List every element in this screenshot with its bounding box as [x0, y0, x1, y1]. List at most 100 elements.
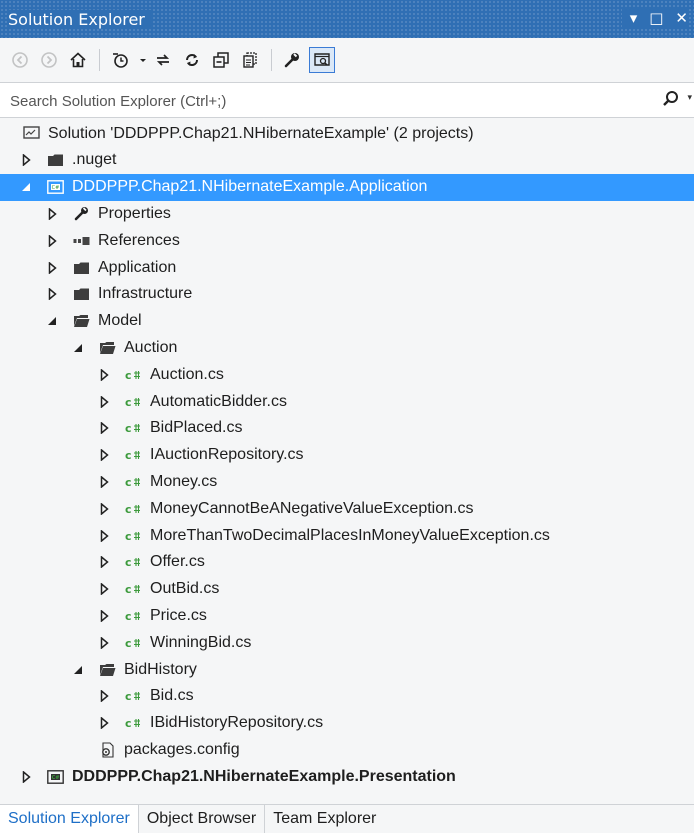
tree-item-label: Auction.cs — [150, 365, 224, 383]
csharp-file-icon: c — [124, 420, 142, 436]
collapsed-arrow-icon[interactable] — [46, 207, 58, 221]
collapsed-arrow-icon[interactable] — [98, 448, 110, 462]
tree-item-file[interactable]: c Money.cs — [0, 468, 694, 495]
tree-item-presentation-project[interactable]: C# DDDPPP.Chap21.NHibernateExample.Presen… — [0, 763, 694, 790]
tree-item-bidhistory-folder[interactable]: BidHistory — [0, 656, 694, 683]
tree-item-solution[interactable]: Solution 'DDDPPP.Chap21.NHibernateExampl… — [0, 120, 694, 147]
tree-item-properties[interactable]: Properties — [0, 200, 694, 227]
tree-item-application-project[interactable]: C# DDDPPP.Chap21.NHibernateExample.Applic… — [0, 173, 694, 201]
tree-item-auction-folder[interactable]: Auction — [0, 334, 694, 361]
tree-item-label: OutBid.cs — [150, 580, 220, 598]
collapsed-arrow-icon[interactable] — [98, 502, 110, 516]
tab-team-explorer[interactable]: Team Explorer — [265, 805, 384, 833]
tree-item-label: .nuget — [72, 151, 117, 169]
csharp-file-icon: c — [124, 447, 142, 463]
search-icon[interactable] — [662, 90, 680, 112]
tree-item-file[interactable]: c IAuctionRepository.cs — [0, 442, 694, 469]
csharp-file-icon: c — [124, 528, 142, 544]
dropdown-menu-icon[interactable]: ▾ — [630, 9, 638, 27]
tree-item-label: BidHistory — [124, 660, 197, 678]
refresh-icon[interactable] — [180, 48, 204, 72]
svg-text:c: c — [125, 530, 132, 542]
search-input[interactable] — [0, 83, 652, 119]
tree-item-file[interactable]: c Bid.cs — [0, 683, 694, 710]
tree-item-label: IBidHistoryRepository.cs — [150, 714, 324, 732]
tree-item-model[interactable]: Model — [0, 308, 694, 335]
title-bar: Solution Explorer ▾ □ ✕ — [0, 0, 694, 38]
maximize-icon[interactable]: □ — [649, 9, 663, 27]
tree-item-label: MoreThanTwoDecimalPlacesInMoneyValueExce… — [150, 526, 550, 544]
panel-title: Solution Explorer — [8, 10, 151, 29]
collapsed-arrow-icon[interactable] — [98, 636, 110, 650]
svg-text:c: c — [125, 610, 132, 622]
wrench-icon — [72, 206, 90, 222]
close-icon[interactable]: ✕ — [675, 9, 688, 27]
tree-item-label: Infrastructure — [98, 285, 193, 303]
search-options-arrow-icon[interactable]: ▾ — [687, 93, 692, 103]
home-icon[interactable] — [66, 48, 90, 72]
collapsed-arrow-icon[interactable] — [46, 287, 58, 301]
csharp-file-icon: c — [124, 608, 142, 624]
show-all-files-icon[interactable] — [238, 48, 262, 72]
properties-icon[interactable] — [280, 48, 304, 72]
collapsed-arrow-icon[interactable] — [98, 368, 110, 382]
csharp-file-icon: c — [124, 715, 142, 731]
expanded-arrow-icon[interactable] — [20, 180, 32, 194]
collapsed-arrow-icon[interactable] — [98, 421, 110, 435]
references-icon — [72, 233, 90, 249]
sync-with-active-document-icon[interactable] — [151, 48, 175, 72]
tree-item-file[interactable]: c BidPlaced.cs — [0, 415, 694, 442]
svg-text:c: c — [125, 717, 132, 729]
collapsed-arrow-icon[interactable] — [20, 770, 32, 784]
tree-item-file[interactable]: c IBidHistoryRepository.cs — [0, 710, 694, 737]
back-icon[interactable] — [8, 48, 32, 72]
collapse-all-icon[interactable] — [209, 48, 233, 72]
svg-text:c: c — [125, 449, 132, 461]
expanded-arrow-icon[interactable] — [72, 663, 84, 677]
tree-item-label: DDDPPP.Chap21.NHibernateExample.Presenta… — [72, 767, 456, 785]
tree-item-label: AutomaticBidder.cs — [150, 392, 287, 410]
bottom-tabs: Solution Explorer Object Browser Team Ex… — [0, 804, 694, 833]
tree-item-file[interactable]: c MoneyCannotBeANegativeValueException.cs — [0, 495, 694, 522]
folder-icon — [72, 286, 90, 302]
collapsed-arrow-icon[interactable] — [98, 475, 110, 489]
tree-item-nuget[interactable]: .nuget — [0, 147, 694, 174]
tree-item-file[interactable]: c Auction.cs — [0, 361, 694, 388]
collapsed-arrow-icon[interactable] — [98, 716, 110, 730]
tree-item-file[interactable]: c Offer.cs — [0, 549, 694, 576]
tree-item-file[interactable]: c MoreThanTwoDecimalPlacesInMoneyValueExc… — [0, 522, 694, 549]
tree-item-label: Bid.cs — [150, 687, 194, 705]
csharp-file-icon: c — [124, 394, 142, 410]
folder-open-icon — [98, 340, 116, 356]
dropdown-arrow-icon[interactable] — [137, 48, 149, 72]
tree-item-file[interactable]: c WinningBid.cs — [0, 629, 694, 656]
tab-object-browser[interactable]: Object Browser — [139, 805, 266, 833]
tree-item-packages-config[interactable]: packages.config — [0, 736, 694, 763]
collapsed-arrow-icon[interactable] — [98, 582, 110, 596]
svg-text:c: c — [125, 690, 132, 702]
tab-solution-explorer[interactable]: Solution Explorer — [0, 805, 139, 833]
tree-item-references[interactable]: References — [0, 227, 694, 254]
expanded-arrow-icon[interactable] — [46, 314, 58, 328]
forward-icon[interactable] — [37, 48, 61, 72]
tree-item-application-folder[interactable]: Application — [0, 254, 694, 281]
tree-item-infrastructure[interactable]: Infrastructure — [0, 281, 694, 308]
tree-item-file[interactable]: c OutBid.cs — [0, 576, 694, 603]
collapsed-arrow-icon[interactable] — [20, 153, 32, 167]
expanded-arrow-icon[interactable] — [72, 341, 84, 355]
collapsed-arrow-icon[interactable] — [46, 234, 58, 248]
solution-tree: Solution 'DDDPPP.Chap21.NHibernateExampl… — [0, 118, 694, 796]
collapsed-arrow-icon[interactable] — [98, 689, 110, 703]
collapsed-arrow-icon[interactable] — [98, 395, 110, 409]
collapsed-arrow-icon[interactable] — [98, 529, 110, 543]
collapsed-arrow-icon[interactable] — [98, 555, 110, 569]
pending-changes-filter-icon[interactable] — [108, 48, 132, 72]
tree-item-file[interactable]: c AutomaticBidder.cs — [0, 388, 694, 415]
preview-selected-items-icon[interactable] — [309, 47, 335, 73]
tree-item-file[interactable]: c Price.cs — [0, 602, 694, 629]
collapsed-arrow-icon[interactable] — [98, 609, 110, 623]
csharp-project-icon: C# — [46, 769, 64, 785]
csharp-file-icon: c — [124, 367, 142, 383]
collapsed-arrow-icon[interactable] — [46, 261, 58, 275]
toolbar-separator — [271, 49, 272, 71]
